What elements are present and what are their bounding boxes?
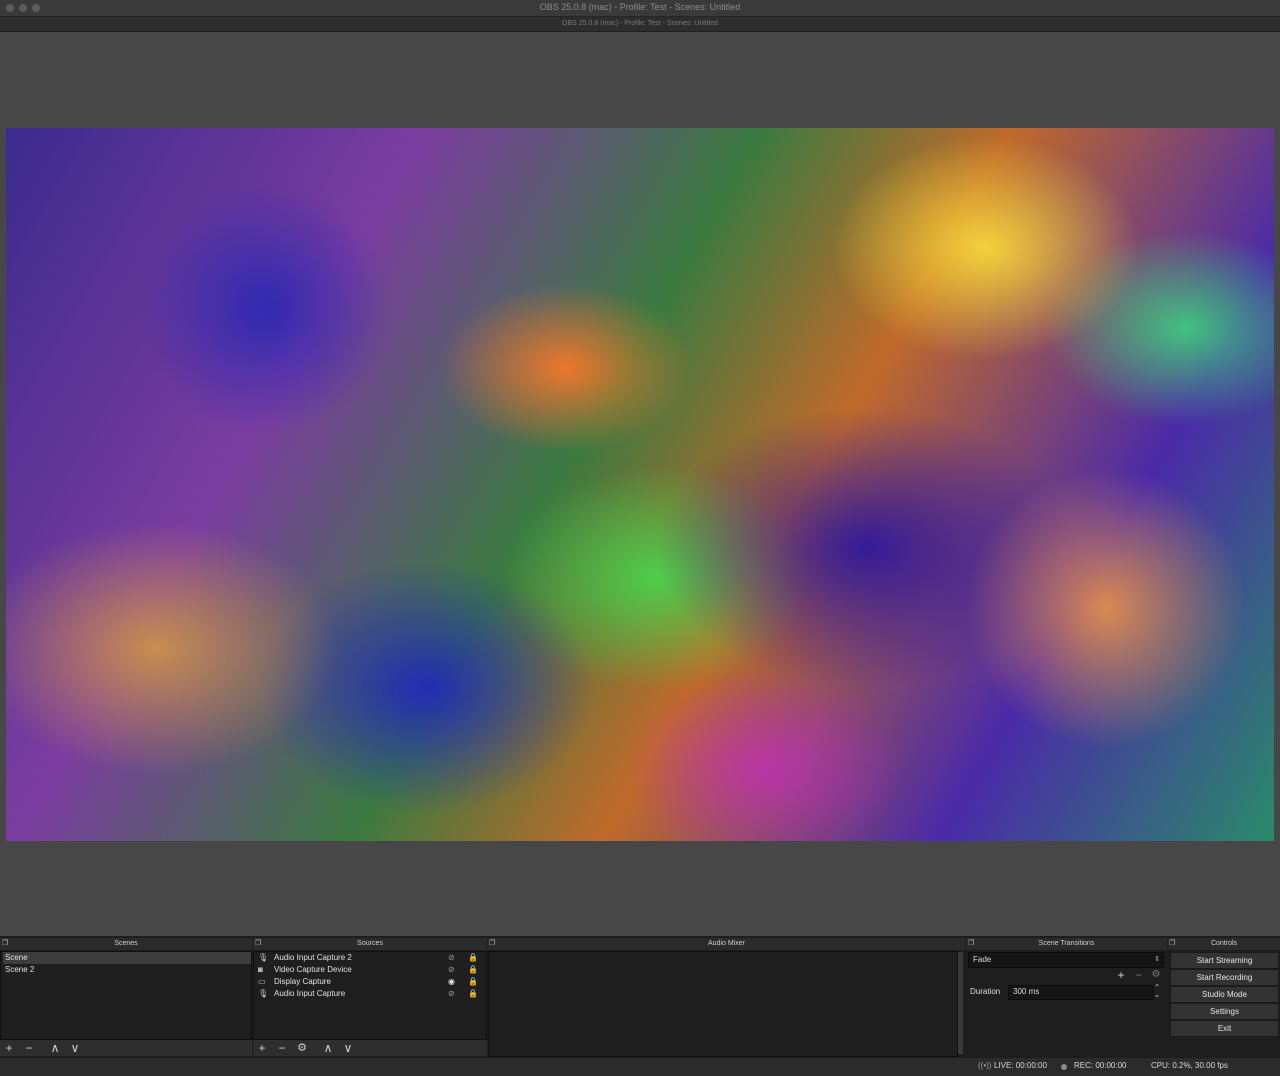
eye-icon[interactable]: ◉	[448, 976, 455, 988]
lock-icon[interactable]: 🔒	[468, 964, 478, 976]
microphone-icon: 🎙	[258, 953, 269, 962]
title-bar: OBS 25.0.8 (mac) - Profile: Test - Scene…	[0, 0, 1280, 17]
monitor-icon: ▭	[258, 977, 266, 986]
source-item[interactable]: 🎙 Audio Input Capture 2 ⊘ 🔒	[256, 952, 484, 964]
cpu-fps: CPU: 0.2%, 30.00 fps	[1151, 1061, 1228, 1070]
sources-dock-title: Sources	[253, 938, 487, 950]
broadcast-icon: ((•))	[978, 1061, 992, 1070]
studio-mode-button[interactable]: Studio Mode	[1170, 986, 1279, 1003]
source-item[interactable]: ◙ Video Capture Device ⊘ 🔒	[256, 964, 484, 976]
move-source-down-button[interactable]: ∨	[341, 1040, 355, 1056]
scene-item[interactable]: Scene 2	[3, 964, 251, 976]
undock-icon[interactable]: ❐	[255, 940, 263, 948]
record-indicator-icon	[1061, 1064, 1067, 1070]
add-scene-button[interactable]: +	[3, 1040, 15, 1056]
hidden-eye-icon[interactable]: ⊘	[448, 964, 455, 976]
undock-icon[interactable]: ❐	[1169, 940, 1177, 948]
add-source-button[interactable]: +	[256, 1040, 268, 1056]
window-subtitle: OBS 25.0.8 (mac) - Profile: Test - Scene…	[0, 17, 1280, 32]
source-item[interactable]: 🎙 Audio Input Capture ⊘ 🔒	[256, 988, 484, 1000]
hidden-eye-icon[interactable]: ⊘	[448, 988, 455, 1000]
remove-transition-button[interactable]: −	[1132, 967, 1146, 983]
undock-icon[interactable]: ❐	[2, 940, 10, 948]
scene-transitions-dock-title: Scene Transitions	[966, 938, 1167, 950]
transition-select[interactable]: Fade ⇕	[968, 952, 1164, 968]
duration-input[interactable]: 300 ms	[1008, 985, 1154, 1000]
scenes-toolbar: + − ∧ ∨	[0, 1040, 252, 1056]
start-recording-button[interactable]: Start Recording	[1170, 969, 1279, 986]
status-bar: ((•)) LIVE: 00:00:00 REC: 00:00:00 CPU: …	[0, 1058, 1280, 1076]
undock-icon[interactable]: ❐	[489, 940, 497, 948]
source-label: Display Capture	[274, 977, 331, 986]
duration-label: Duration	[970, 987, 1001, 996]
camera-icon: ◙	[258, 965, 263, 974]
source-label: Audio Input Capture	[274, 989, 346, 998]
settings-button[interactable]: Settings	[1170, 1003, 1279, 1020]
move-scene-down-button[interactable]: ∨	[68, 1040, 82, 1056]
rec-time: REC: 00:00:00	[1074, 1061, 1127, 1070]
preview-canvas[interactable]	[6, 128, 1274, 841]
move-scene-up-button[interactable]: ∧	[48, 1040, 62, 1056]
source-item[interactable]: ▭ Display Capture ◉ 🔒	[256, 976, 484, 988]
audio-mixer-scrollbar[interactable]	[958, 952, 963, 1054]
exit-button[interactable]: Exit	[1170, 1020, 1279, 1037]
microphone-icon: 🎙	[258, 989, 269, 998]
lock-icon[interactable]: 🔒	[468, 976, 478, 988]
source-label: Audio Input Capture 2	[274, 953, 352, 962]
source-label: Video Capture Device	[274, 965, 352, 974]
move-source-up-button[interactable]: ∧	[321, 1040, 335, 1056]
remove-source-button[interactable]: −	[275, 1040, 289, 1056]
remove-scene-button[interactable]: −	[22, 1040, 36, 1056]
window-title: OBS 25.0.8 (mac) - Profile: Test - Scene…	[539, 2, 741, 12]
lock-icon[interactable]: 🔒	[468, 988, 478, 1000]
scenes-list[interactable]: Scene Scene 2	[0, 951, 252, 1040]
lock-icon[interactable]: 🔒	[468, 952, 478, 964]
live-time: LIVE: 00:00:00	[994, 1061, 1047, 1070]
add-transition-button[interactable]: +	[1114, 967, 1128, 983]
sources-toolbar: + − ⚙ ∧ ∨	[253, 1040, 487, 1056]
start-streaming-button[interactable]: Start Streaming	[1170, 952, 1279, 969]
scene-item[interactable]: Scene	[3, 952, 251, 964]
audio-mixer-dock-title: Audio Mixer	[488, 938, 965, 950]
scenes-dock-title: Scenes	[0, 938, 252, 950]
gear-icon[interactable]: ⚙	[295, 1040, 309, 1056]
audio-mixer-panel	[488, 951, 958, 1057]
sources-list[interactable]: 🎙 Audio Input Capture 2 ⊘ 🔒 ◙ Video Capt…	[253, 951, 487, 1040]
transition-properties-gear-icon[interactable]: ⚙	[1150, 967, 1162, 983]
hidden-eye-icon[interactable]: ⊘	[448, 952, 455, 964]
chevron-updown-icon: ⇕	[1154, 956, 1160, 963]
controls-dock-title: Controls	[1168, 938, 1280, 950]
undock-icon[interactable]: ❐	[968, 940, 976, 948]
preview-area[interactable]	[0, 32, 1280, 936]
duration-stepper[interactable]: ⌃ ⌄	[1152, 984, 1162, 999]
